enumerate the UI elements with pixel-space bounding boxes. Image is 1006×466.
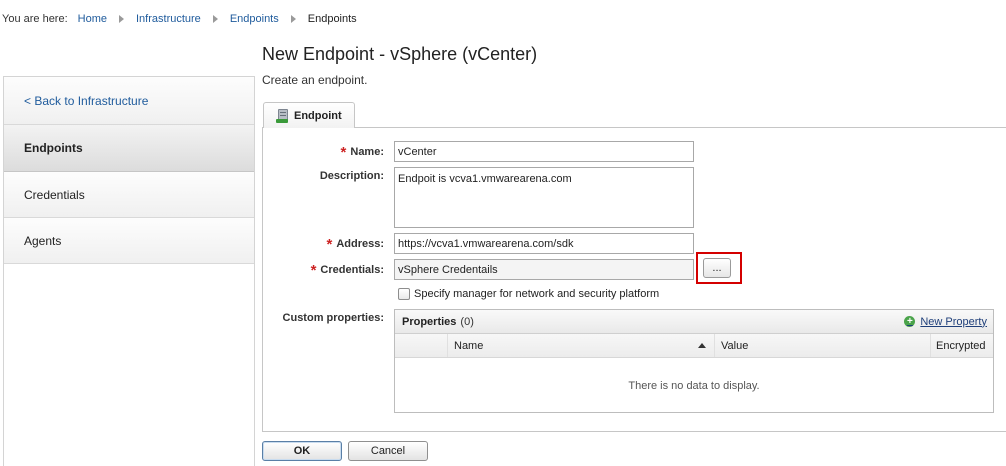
breadcrumb: You are here: Home Infrastructure Endpoi…: [2, 12, 357, 26]
page-subtitle: Create an endpoint.: [262, 73, 368, 87]
add-icon: +: [904, 316, 916, 327]
back-to-infrastructure-link[interactable]: < Back to Infrastructure: [4, 77, 254, 125]
sidebar-item-agents[interactable]: Agents: [4, 218, 254, 264]
credentials-field[interactable]: vSphere Credentails: [394, 259, 694, 280]
custom-properties-label: Custom properties:: [282, 312, 384, 324]
breadcrumb-separator-icon: [290, 15, 296, 23]
tab-endpoint[interactable]: Endpoint: [263, 102, 355, 128]
required-marker: *: [340, 144, 347, 161]
breadcrumb-separator-icon: [212, 15, 218, 23]
breadcrumb-home-link[interactable]: Home: [78, 13, 107, 25]
properties-grid: Properties (0) + New Property Name Value…: [394, 309, 994, 413]
sort-ascending-icon: [698, 343, 706, 348]
column-header-value[interactable]: Value: [715, 334, 931, 357]
properties-header: Properties (0) + New Property: [395, 310, 993, 334]
column-header-encrypted[interactable]: Encrypted: [931, 334, 993, 357]
address-input[interactable]: https://vcva1.vmwarearena.com/sdk: [394, 233, 694, 254]
column-header-name[interactable]: Name: [448, 334, 715, 357]
sidebar-item-endpoints[interactable]: Endpoints: [4, 125, 254, 172]
credentials-label: * Credentials:: [310, 262, 384, 279]
page-title: New Endpoint - vSphere (vCenter): [262, 44, 538, 64]
breadcrumb-current: Endpoints: [307, 13, 357, 25]
properties-title: Properties: [402, 315, 457, 328]
ok-button[interactable]: OK: [262, 441, 342, 461]
empty-grid-message: There is no data to display.: [628, 380, 760, 392]
address-label: * Address:: [326, 236, 384, 253]
required-marker: *: [310, 262, 317, 279]
breadcrumb-infrastructure-link[interactable]: Infrastructure: [136, 13, 201, 25]
breadcrumb-separator-icon: [119, 15, 124, 23]
description-label: Description:: [319, 170, 384, 182]
required-marker: *: [326, 236, 333, 253]
sidebar: < Back to Infrastructure Endpoints Crede…: [3, 76, 255, 466]
new-property-label: New Property: [920, 315, 987, 328]
sidebar-item-credentials[interactable]: Credentials: [4, 172, 254, 218]
row-selector-column: [395, 334, 448, 357]
cancel-button[interactable]: Cancel: [348, 441, 428, 461]
properties-count: (0): [460, 315, 474, 328]
description-textarea[interactable]: Endpoit is vcva1.vmwarearena.com: [394, 167, 694, 228]
breadcrumb-endpoints-link[interactable]: Endpoints: [230, 13, 279, 25]
highlight-box: [696, 252, 742, 284]
properties-column-headers: Name Value Encrypted: [395, 334, 993, 358]
name-input[interactable]: vCenter: [394, 141, 694, 162]
breadcrumb-label: You are here:: [2, 13, 68, 25]
network-security-checkbox[interactable]: [398, 288, 410, 300]
server-endpoint-icon: [276, 108, 288, 123]
new-property-link[interactable]: + New Property: [904, 316, 987, 328]
network-security-checkbox-label[interactable]: Specify manager for network and security…: [414, 288, 659, 300]
tab-endpoint-label: Endpoint: [294, 109, 342, 122]
name-label: * Name:: [340, 144, 384, 161]
